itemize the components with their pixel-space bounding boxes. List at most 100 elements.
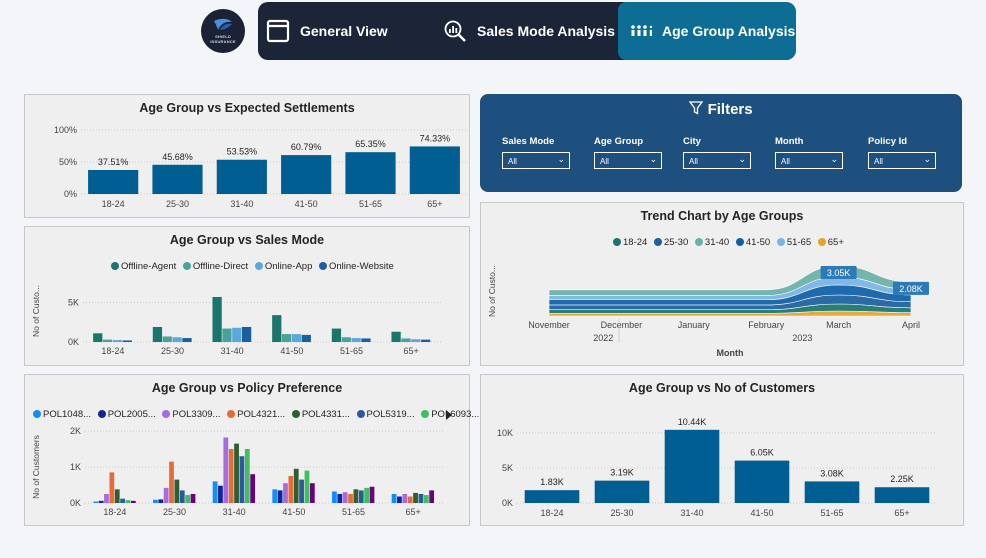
bar bbox=[212, 481, 218, 503]
nav-general-view-label: General View bbox=[300, 23, 388, 39]
bar bbox=[152, 326, 163, 342]
x-tick-label: 31-40 bbox=[230, 199, 253, 209]
y-tick-label: 2K bbox=[70, 426, 81, 436]
bar bbox=[109, 472, 115, 503]
x-tick-label: 41-50 bbox=[282, 507, 305, 517]
city-dropdown[interactable]: All ⌄ bbox=[683, 152, 751, 169]
trend-chart: 3.05K 2.08K November December January Februar… bbox=[487, 265, 929, 358]
policy-preference-panel: Age Group vs Policy Preference POL1048..… bbox=[24, 374, 479, 526]
x-tick-label: 25-30 bbox=[161, 346, 184, 356]
bar bbox=[401, 338, 411, 342]
bar bbox=[190, 494, 196, 503]
nav-general-view[interactable]: General View bbox=[266, 2, 436, 60]
policy-id-dropdown[interactable]: All ⌄ bbox=[868, 152, 936, 169]
annotation-label: 3.05K bbox=[827, 268, 851, 278]
bar bbox=[216, 159, 267, 194]
y-axis-label: No of Custo... bbox=[31, 285, 41, 337]
bar bbox=[413, 492, 418, 503]
x-tick-label: 25-30 bbox=[610, 508, 633, 518]
y-tick-label: 0K bbox=[502, 498, 513, 508]
x-tick-label: 65+ bbox=[894, 508, 909, 518]
bar bbox=[174, 479, 180, 503]
x-tick-label: 51-65 bbox=[340, 346, 363, 356]
x-tick-label: 51-65 bbox=[820, 508, 843, 518]
nav-sales-mode-analysis-label: Sales Mode Analysis bbox=[477, 23, 615, 39]
y-tick-label: 1K bbox=[70, 462, 81, 472]
expected-settlements-panel: Age Group vs Expected Settlements 0% 50% 1… bbox=[24, 94, 470, 218]
bar bbox=[272, 489, 278, 503]
bar bbox=[277, 490, 283, 503]
bar bbox=[182, 338, 192, 342]
dropdown-value: All bbox=[781, 157, 790, 166]
data-label: 6.05K bbox=[750, 448, 774, 458]
filter-sales-mode: Sales Mode All ⌄ bbox=[502, 136, 570, 169]
y-tick-label: 0K bbox=[68, 337, 79, 347]
bar bbox=[93, 501, 99, 503]
y-axis-label: No of Customers bbox=[31, 435, 41, 499]
bar bbox=[423, 495, 429, 503]
company-logo: SHIELD INSURANCE bbox=[201, 9, 245, 53]
x-tick-label: 41-50 bbox=[295, 199, 318, 209]
x-tick-label: April bbox=[902, 320, 920, 330]
bar bbox=[272, 315, 282, 342]
bar bbox=[353, 489, 359, 503]
nav-age-group-analysis-label: Age Group Analysis bbox=[662, 23, 796, 39]
filters-header: Filters bbox=[480, 101, 962, 118]
bar bbox=[114, 489, 120, 503]
x-tick-label: 51-65 bbox=[342, 507, 365, 517]
x-year-label: 2023 bbox=[792, 333, 812, 343]
data-label: 53.53% bbox=[227, 147, 258, 157]
bar bbox=[93, 333, 103, 342]
bar bbox=[172, 337, 182, 342]
bar bbox=[104, 494, 109, 503]
x-tick-label: 18-24 bbox=[540, 508, 563, 518]
bar bbox=[364, 487, 370, 503]
bar bbox=[122, 340, 132, 342]
expected-settlements-chart: 0% 50% 100% 37.51% 18-24 45.68% 25-30 53.53% 31-… bbox=[54, 125, 467, 209]
bar bbox=[112, 340, 123, 342]
bar bbox=[244, 449, 250, 503]
data-label: 3.19K bbox=[610, 468, 634, 478]
bar bbox=[239, 456, 245, 503]
x-axis-label: Month bbox=[717, 348, 744, 358]
x-tick-label: 18-24 bbox=[102, 199, 125, 209]
x-year-label: 2022 bbox=[593, 333, 613, 343]
age-group-dropdown[interactable]: All ⌄ bbox=[594, 152, 662, 169]
bar bbox=[212, 296, 222, 342]
x-tick-label: 25-30 bbox=[163, 507, 186, 517]
x-tick-label: 31-40 bbox=[223, 507, 246, 517]
sales-mode-dropdown[interactable]: All ⌄ bbox=[502, 152, 570, 169]
y-axis-label: No of Custo... bbox=[487, 265, 497, 317]
x-tick-label: 41-50 bbox=[750, 508, 773, 518]
nav-age-group-analysis[interactable]: Age Group Analysis bbox=[618, 2, 796, 60]
x-tick-label: 51-65 bbox=[359, 199, 382, 209]
dropdown-value: All bbox=[508, 157, 517, 166]
chevron-down-icon: ⌄ bbox=[830, 154, 838, 164]
magnifier-chart-icon bbox=[444, 20, 466, 42]
bar bbox=[250, 474, 256, 503]
filters-title: Filters bbox=[707, 101, 753, 118]
sales-mode-chart: 0K 5K 18-24 25-30 31-40 41-50 51-65 65+ No of Cu… bbox=[31, 285, 441, 356]
month-dropdown[interactable]: All ⌄ bbox=[775, 152, 843, 169]
nav-sales-mode-analysis[interactable]: Sales Mode Analysis bbox=[443, 2, 618, 60]
filter-label: Sales Mode bbox=[502, 136, 555, 147]
bar bbox=[734, 460, 790, 503]
x-tick-label: December bbox=[601, 320, 643, 330]
bar bbox=[222, 328, 232, 342]
bar bbox=[169, 461, 174, 503]
x-tick-label: 31-40 bbox=[680, 508, 703, 518]
bar bbox=[397, 496, 402, 503]
chevron-down-icon: ⌄ bbox=[649, 154, 657, 164]
y-tick-label: 5K bbox=[502, 463, 513, 473]
filter-funnel-icon bbox=[689, 101, 704, 115]
bar bbox=[88, 169, 139, 194]
bar bbox=[524, 490, 580, 503]
no-of-customers-panel: Age Group vs No of Customers 0K 5K 10K 1.83… bbox=[480, 374, 964, 526]
chevron-down-icon: ⌄ bbox=[923, 154, 931, 164]
bar bbox=[152, 164, 203, 194]
data-label: 45.68% bbox=[162, 152, 193, 162]
x-tick-label: November bbox=[528, 320, 570, 330]
shield-wing-icon bbox=[214, 18, 232, 30]
x-tick-label: 18-24 bbox=[103, 507, 126, 517]
y-tick-label: 0% bbox=[64, 189, 77, 199]
